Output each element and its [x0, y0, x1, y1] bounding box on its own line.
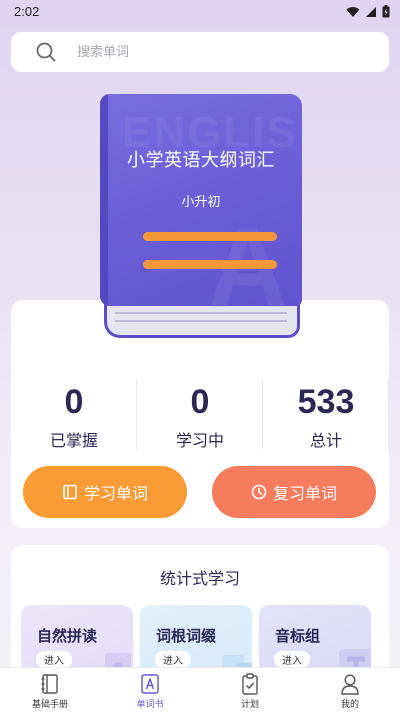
signal-icon: [366, 6, 376, 17]
learning-modes-card: 统计式学习 自然拼读 进入 词根词缀 进入 音标组 进入: [11, 545, 389, 685]
status-time: 2:02: [14, 4, 40, 19]
book-title: 小学英语大纲词汇: [127, 150, 275, 171]
book-decor-bar: [143, 232, 277, 241]
stat-divider: [388, 380, 389, 450]
book-outline-icon: [63, 484, 77, 500]
stat-mastered: 0 已掌握: [11, 380, 137, 451]
stat-label: 已掌握: [49, 431, 98, 450]
learning-section-title: 统计式学习: [159, 569, 240, 588]
stat-value: 533: [297, 383, 355, 421]
nav-label: 我的: [340, 700, 359, 710]
learn-words-button[interactable]: 学习单词: [23, 466, 187, 518]
stat-label: 总计: [309, 431, 342, 450]
review-words-button[interactable]: 复习单词: [212, 466, 376, 518]
book-subtitle: 小升初: [181, 195, 221, 210]
mode-title: 音标组: [275, 627, 321, 645]
battery-icon: [382, 5, 390, 18]
status-icons: [346, 5, 390, 18]
mode-enter-badge[interactable]: 进入: [274, 651, 310, 668]
letter-a-book-icon: [141, 674, 159, 694]
review-words-label: 复习单词: [272, 484, 337, 503]
person-icon: [341, 674, 359, 695]
book-watermark-letter: A: [208, 206, 288, 306]
clipboard-check-icon: [242, 673, 258, 695]
stat-total: 533 总计: [263, 380, 389, 451]
wordbook-cover[interactable]: ENGLIS A 小学英语大纲词汇 小升初: [100, 94, 302, 341]
book-cover: ENGLIS A 小学英语大纲词汇 小升初: [100, 94, 302, 306]
stat-value: 0: [64, 383, 84, 421]
nav-label: 计划: [240, 700, 259, 710]
notebook-icon: [41, 674, 58, 694]
nav-item-mine[interactable]: 我的: [300, 668, 400, 712]
mode-title: 自然拼读: [37, 627, 98, 645]
clock-icon: [251, 484, 267, 500]
wifi-icon: [346, 6, 360, 17]
stat-value: 0: [190, 383, 210, 421]
mode-title: 词根词缀: [156, 627, 217, 645]
book-decor-bar: [143, 260, 277, 269]
mode-enter-badge[interactable]: 进入: [36, 651, 72, 668]
nav-label: 单词书: [136, 700, 164, 710]
search-input[interactable]: [77, 32, 377, 72]
book-pages: [104, 302, 300, 338]
nav-item-wordbook[interactable]: 单词书: [100, 668, 200, 712]
search-bar[interactable]: [11, 32, 389, 72]
search-icon: [36, 42, 56, 62]
nav-label: 基础手册: [31, 700, 68, 710]
stat-label: 学习中: [175, 431, 224, 450]
nav-item-plan[interactable]: 计划: [200, 668, 300, 712]
stat-learning: 0 学习中: [137, 380, 263, 451]
status-bar: 2:02: [0, 0, 400, 24]
learn-words-label: 学习单词: [83, 484, 148, 503]
nav-item-handbook[interactable]: 基础手册: [0, 668, 100, 712]
mode-enter-badge[interactable]: 进入: [155, 651, 191, 668]
bottom-navigation: 基础手册 单词书 计划 我的: [0, 667, 400, 712]
